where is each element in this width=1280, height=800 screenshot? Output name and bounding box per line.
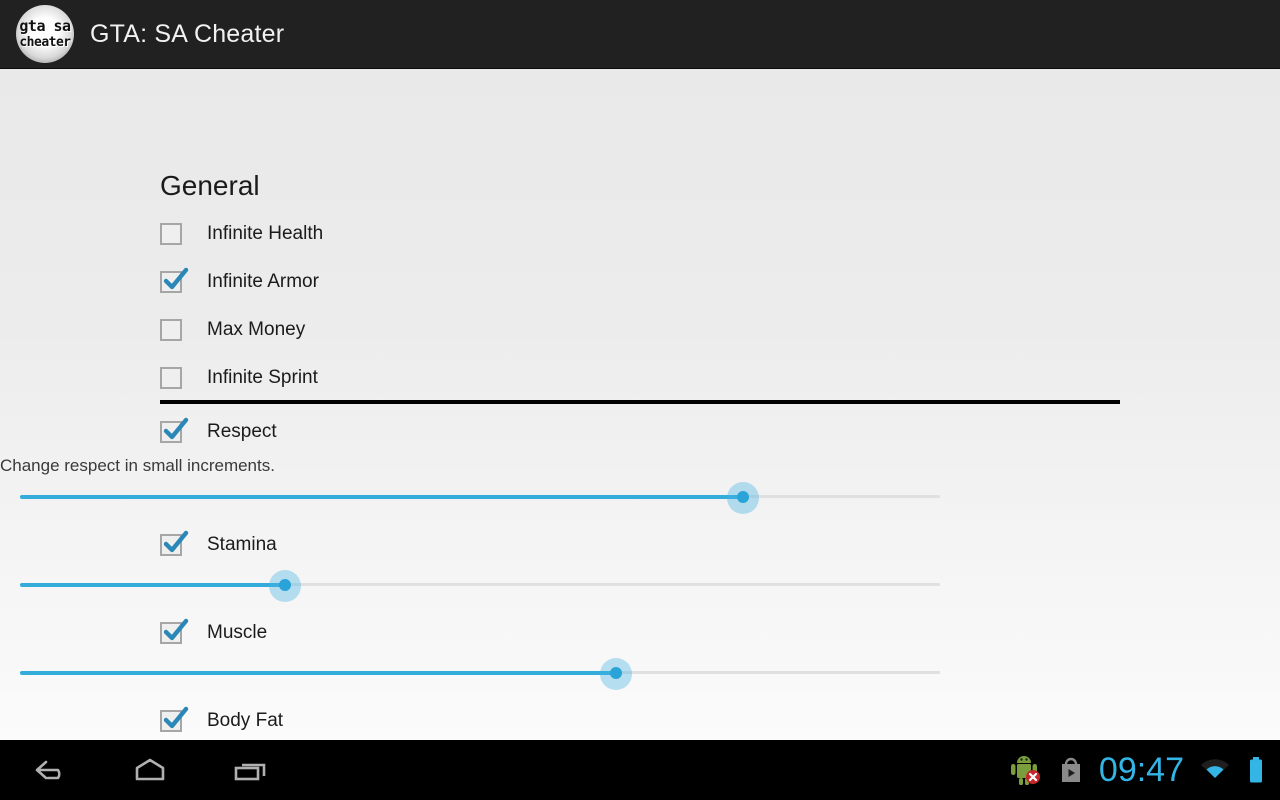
checkbox-label: Respect [207, 421, 277, 442]
android-robot-error-icon[interactable] [1007, 753, 1043, 787]
slider-fill [20, 495, 744, 499]
slider-thumb[interactable] [278, 579, 291, 591]
checkbox-stamina[interactable] [160, 530, 189, 556]
checkbox-row-muscle[interactable]: Muscle [160, 617, 267, 649]
checkbox-row-max-money[interactable]: Max Money [160, 314, 305, 346]
nav-buttons [0, 740, 300, 800]
settings-content: General Infinite Health Infinite Armor Max… [0, 69, 1280, 778]
checkbox-label: Max Money [207, 319, 306, 340]
slider-subtitle-respect: Change respect in small increments. [0, 456, 275, 475]
section-header-general: General [160, 170, 260, 201]
checkbox-box [160, 319, 182, 341]
checkbox-row-body-fat[interactable]: Body Fat [160, 705, 283, 737]
checkmark-icon [161, 705, 189, 733]
checkbox-row-infinite-sprint[interactable]: Infinite Sprint [160, 362, 318, 394]
section-divider [160, 400, 1120, 404]
slider-thumb[interactable] [737, 491, 750, 503]
slider-respect[interactable] [20, 482, 940, 514]
checkbox-infinite-health[interactable] [160, 223, 182, 245]
checkbox-infinite-armor[interactable] [160, 267, 189, 293]
home-icon[interactable] [100, 740, 200, 800]
gta-sa-cheater-logo[interactable]: gta sa cheater [16, 5, 74, 63]
checkmark-icon [161, 266, 189, 294]
checkmark-icon [161, 529, 189, 557]
checkbox-row-stamina[interactable]: Stamina [160, 529, 277, 561]
back-icon[interactable] [0, 740, 100, 800]
checkbox-body-fat[interactable] [160, 706, 189, 732]
checkbox-box [160, 223, 182, 245]
slider-fill [20, 583, 285, 587]
play-store-icon[interactable] [1057, 755, 1085, 785]
checkbox-max-money[interactable] [160, 319, 182, 341]
page-title: GTA: SA Cheater [90, 19, 285, 48]
checkbox-label: Infinite Armor [207, 271, 319, 292]
title-bar: gta sa cheater GTA: SA Cheater [0, 0, 1280, 69]
checkbox-row-infinite-health[interactable]: Infinite Health [160, 218, 323, 250]
status-icons: 09:47 [1007, 740, 1266, 800]
checkbox-label: Body Fat [207, 710, 284, 731]
battery-full-icon[interactable] [1246, 754, 1266, 786]
checkmark-icon [161, 617, 189, 645]
slider-stamina[interactable] [20, 570, 940, 602]
wifi-icon[interactable] [1198, 756, 1232, 784]
app-root: gta sa cheater GTA: SA Cheater General I… [0, 0, 1280, 800]
checkbox-muscle[interactable] [160, 618, 189, 644]
checkbox-respect[interactable] [160, 417, 189, 443]
checkbox-row-infinite-armor[interactable]: Infinite Armor [160, 266, 319, 298]
slider-fill [20, 671, 617, 675]
checkbox-label: Infinite Sprint [207, 367, 318, 388]
checkbox-label: Stamina [207, 534, 277, 555]
logo-line-2: cheater [19, 35, 71, 50]
checkbox-label: Infinite Health [207, 223, 324, 244]
recents-icon[interactable] [200, 740, 300, 800]
checkbox-infinite-sprint[interactable] [160, 367, 182, 389]
slider-muscle[interactable] [20, 658, 940, 690]
checkmark-icon [161, 416, 189, 444]
checkbox-box [160, 367, 182, 389]
system-navigation-bar: 09:47 [0, 740, 1280, 800]
checkbox-row-respect[interactable]: Respect [160, 416, 277, 448]
status-clock: 09:47 [1098, 750, 1184, 789]
checkbox-label: Muscle [207, 622, 268, 643]
logo-line-1: gta sa [19, 17, 71, 35]
